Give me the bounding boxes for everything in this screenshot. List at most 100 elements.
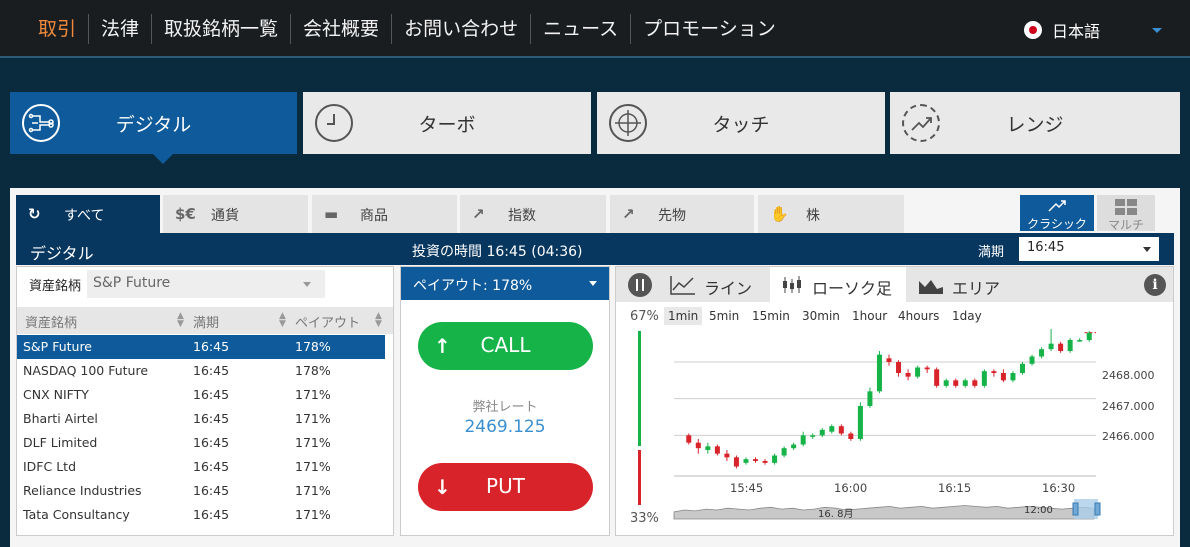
table-row[interactable]: CNX NIFTY 16:45 171% (17, 383, 385, 407)
candle (857, 406, 863, 439)
column-header-expiry[interactable]: 満期 (193, 312, 219, 331)
candle (953, 380, 959, 386)
payout-cell: 171% (295, 387, 331, 402)
sort-icon[interactable]: ▲ ▼ (375, 312, 382, 329)
product-title: デジタル (30, 244, 94, 263)
category-tab-futures[interactable]: ↗ 先物 (610, 195, 754, 233)
candle (934, 369, 940, 386)
expiry-cell: 16:45 (193, 507, 230, 522)
sort-icon[interactable]: ▲ ▼ (279, 312, 286, 329)
candle (896, 362, 902, 373)
table-row[interactable]: NASDAQ 100 Future 16:45 178% (17, 359, 385, 383)
asset-dropdown[interactable]: S&P Future (87, 270, 325, 298)
candle (791, 444, 797, 449)
language-selector[interactable]: 日本語 (1024, 18, 1100, 42)
payout-value: ペイアウト: 178% (413, 278, 533, 294)
candle (1077, 340, 1083, 342)
put-button[interactable]: ↓ PUT (418, 463, 593, 511)
expiry-cell: 16:45 (193, 459, 230, 474)
asset-name-cell: S&P Future (23, 339, 93, 354)
payout-cell: 171% (295, 483, 331, 498)
nav-item-legal[interactable]: 法律 (89, 14, 153, 44)
candle (1010, 373, 1016, 381)
candle (705, 446, 711, 450)
candle (1086, 332, 1092, 340)
table-row[interactable]: Reliance Industries 16:45 171% (17, 479, 385, 503)
navigator-time-label: 12:00 (1024, 505, 1053, 516)
column-header-payout[interactable]: ペイアウト (295, 312, 360, 331)
chevron-down-icon (303, 282, 311, 287)
navigator-handle-left[interactable] (1072, 502, 1079, 516)
product-tab-digital[interactable]: デジタル (10, 92, 297, 164)
candle (962, 380, 968, 386)
trading-panel: ↻ すべて $€ 通貨 ▬ 商品 ↗ 指数 ↗ 先物 ✋ 株 クラシック マルチ… (10, 188, 1180, 547)
candle (753, 459, 759, 461)
product-tab-label: ターボ (418, 113, 476, 136)
candle (800, 435, 806, 445)
candle (772, 455, 778, 463)
chevron-down-icon[interactable] (1152, 28, 1162, 33)
asset-name-cell: CNX NIFTY (23, 387, 89, 402)
table-row[interactable]: Bharti Airtel 16:45 171% (17, 407, 385, 431)
candle (733, 457, 739, 467)
candle (943, 380, 949, 386)
candle (886, 358, 892, 362)
asset-table-header: 資産銘柄 満期 ペイアウト ▲ ▼ ▲ ▼ ▲ ▼ (17, 307, 393, 334)
candle (991, 371, 997, 373)
index-chart-icon: ↗ (472, 205, 485, 223)
product-tab-label: タッチ (712, 113, 770, 136)
nav-item-trade[interactable]: 取引 (26, 14, 90, 44)
nav-item-company[interactable]: 会社概要 (291, 14, 393, 44)
y-tick-label: 2466.000 (1102, 430, 1155, 443)
product-tab-range[interactable]: レンジ (890, 92, 1180, 154)
table-row[interactable]: Tata Consultancy 16:45 171% (17, 503, 385, 527)
nav-item-news[interactable]: ニュース (531, 14, 632, 44)
candle (762, 461, 768, 463)
asset-name-cell: NASDAQ 100 Future (23, 363, 149, 378)
candle (972, 380, 978, 386)
product-tab-turbo[interactable]: ターボ (303, 92, 591, 154)
payout-selector[interactable]: ペイアウト: 178% (401, 267, 609, 300)
call-label: CALL (480, 333, 531, 357)
asset-name-cell: IDFC Ltd (23, 459, 77, 474)
category-tab-all[interactable]: ↻ すべて (16, 195, 160, 233)
candle (1048, 343, 1054, 350)
table-row[interactable]: S&P Future 16:45 178% (17, 335, 385, 359)
put-label: PUT (486, 474, 525, 498)
category-tab-label: すべて (64, 208, 105, 224)
category-tab-indices[interactable]: ↗ 指数 (460, 195, 606, 233)
expiry-label: 満期 (978, 245, 1005, 260)
candle (829, 426, 835, 432)
nav-item-instruments[interactable]: 取扱銘柄一覧 (152, 14, 292, 44)
candle (781, 448, 787, 456)
futures-chart-icon: ↗ (622, 205, 635, 223)
navigator-handle-right[interactable] (1094, 502, 1101, 516)
table-row[interactable]: DLF Limited 16:45 171% (17, 431, 385, 455)
product-tab-touch[interactable]: タッチ (597, 92, 885, 154)
category-tab-label: 指数 (508, 208, 536, 224)
expiry-select[interactable]: 16:45 (1019, 237, 1159, 261)
payout-cell: 171% (295, 411, 331, 426)
category-tab-label: 株 (806, 208, 820, 224)
table-row[interactable]: IDFC Ltd 16:45 171% (17, 455, 385, 479)
sort-icon[interactable]: ▲ ▼ (177, 312, 184, 329)
chevron-down-icon (1143, 247, 1151, 252)
nav-item-promotion[interactable]: プロモーション (631, 14, 788, 44)
call-button[interactable]: ↑ CALL (418, 322, 593, 370)
category-tab-commodities[interactable]: ▬ 商品 (312, 195, 457, 233)
candlestick-chart[interactable] (616, 267, 1173, 535)
category-tab-currency[interactable]: $€ 通貨 (163, 195, 308, 233)
column-header-asset[interactable]: 資産銘柄 (25, 312, 77, 331)
candle (1067, 340, 1073, 351)
multi-view-button[interactable]: マルチ (1097, 195, 1155, 232)
category-tab-stocks[interactable]: ✋ 株 (758, 195, 904, 233)
trend-arrow-icon (1048, 200, 1066, 212)
trade-panel: ペイアウト: 178% ↑ CALL 弊社レート 2469.125 ↓ PUT (400, 266, 610, 536)
y-tick-label: 2467.000 (1102, 400, 1155, 413)
nav-item-contact[interactable]: お問い合わせ (392, 14, 532, 44)
classic-view-button[interactable]: クラシック (1020, 195, 1094, 231)
asset-name-cell: Reliance Industries (23, 483, 142, 498)
x-tick-label: 16:00 (834, 481, 868, 495)
expiry-cell: 16:45 (193, 435, 230, 450)
product-tab-label: デジタル (115, 113, 192, 136)
